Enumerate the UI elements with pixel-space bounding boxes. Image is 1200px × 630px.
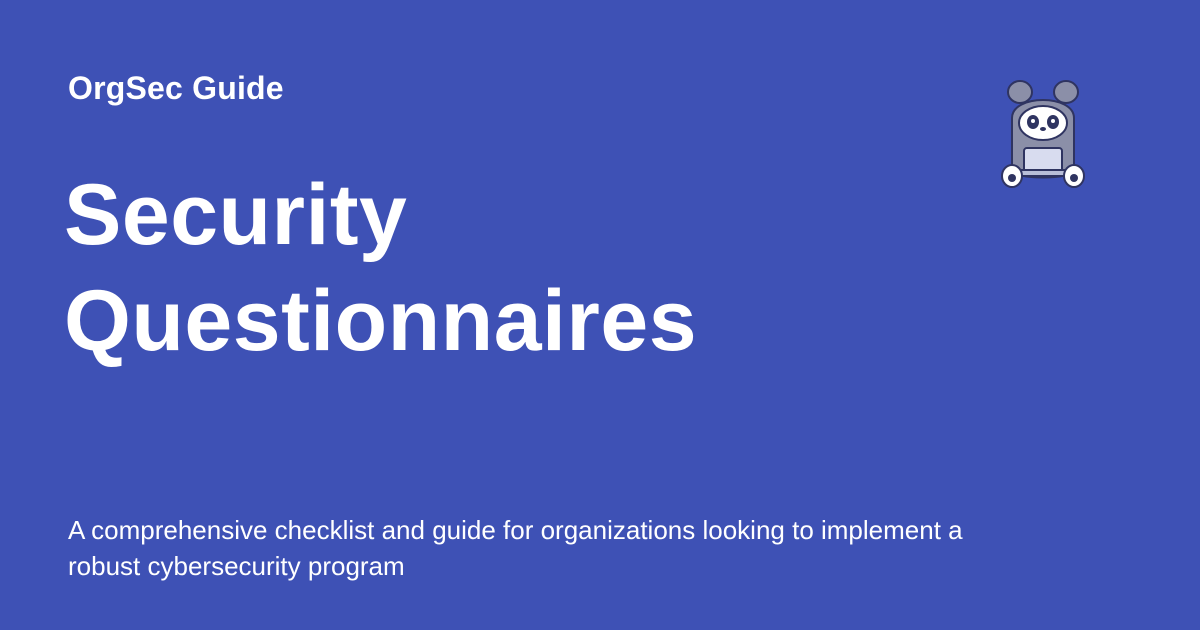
share-card: OrgSec Guide Security Questionnaires A c… (0, 0, 1200, 630)
page-title-line-1: Security (64, 167, 408, 263)
page-title-line-2: Questionnaires (64, 273, 698, 369)
page-description: A comprehensive checklist and guide for … (68, 515, 963, 581)
hooded-panda-with-laptop-icon (998, 76, 1088, 190)
page-title: Security Questionnaires (64, 162, 884, 374)
site-name: OrgSec Guide (68, 70, 284, 106)
